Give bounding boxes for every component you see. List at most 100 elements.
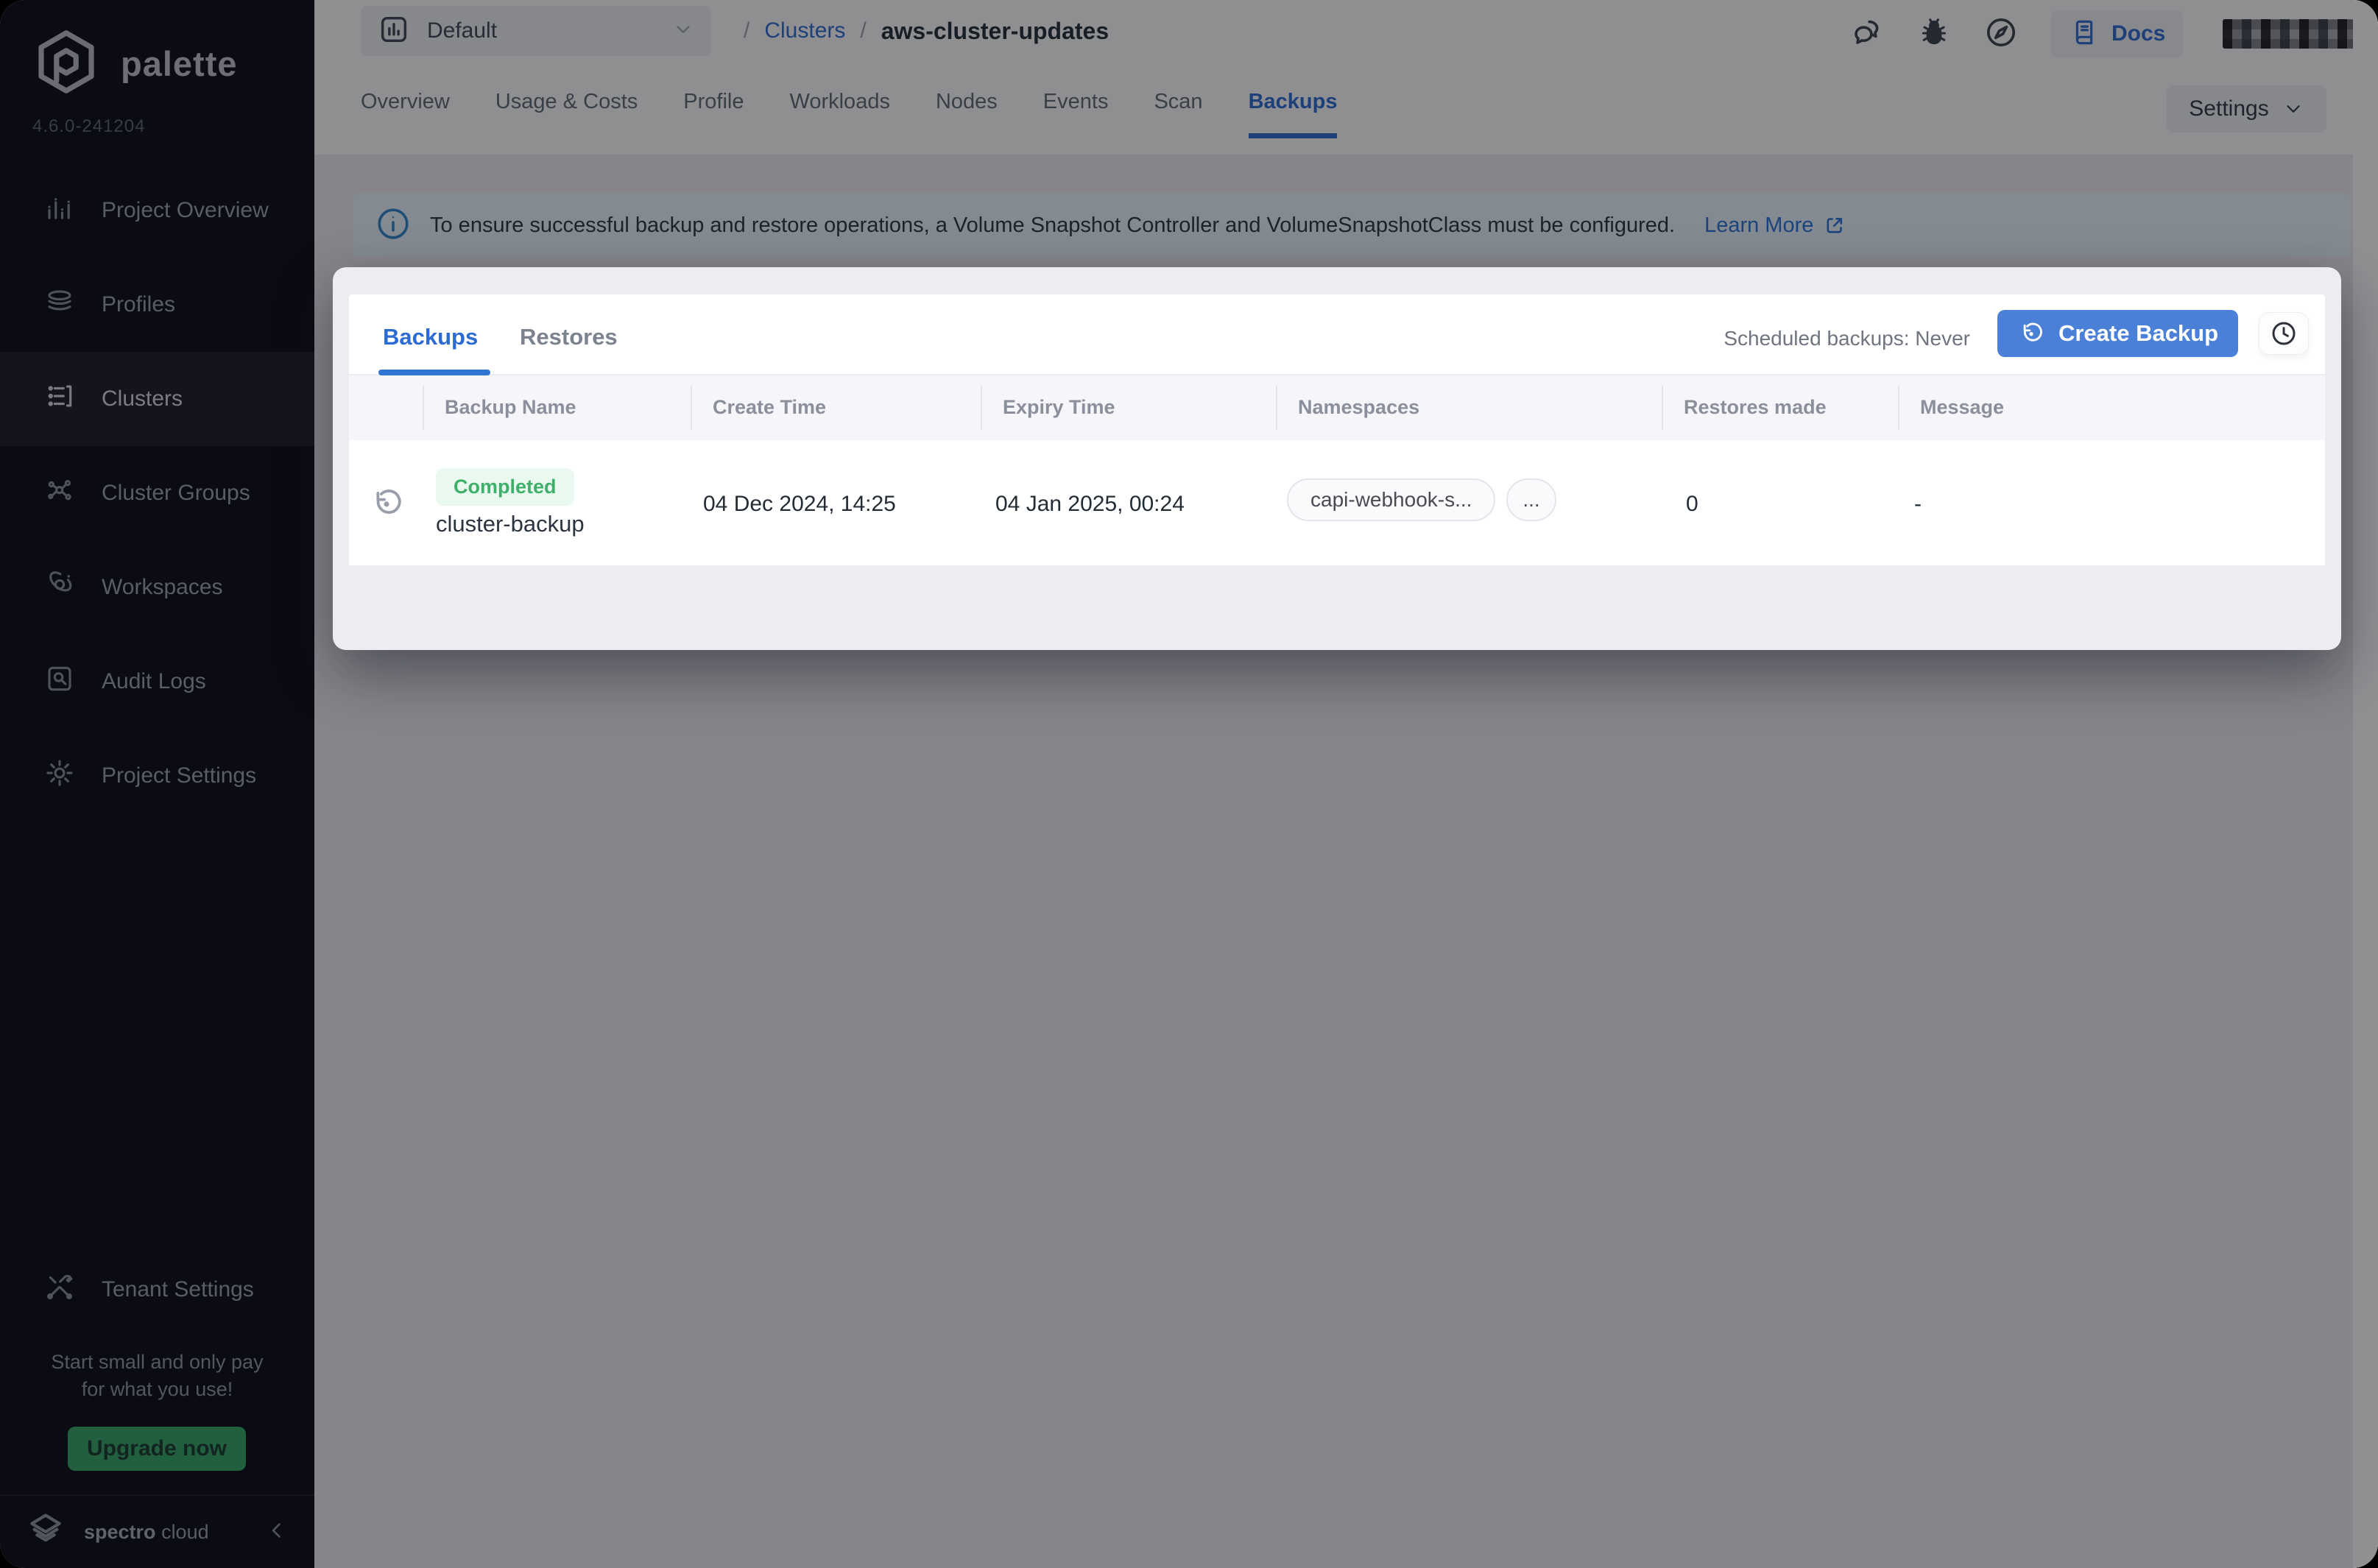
header-backup-name: Backup Name [445, 396, 576, 418]
sidebar-item-label: Cluster Groups [102, 481, 250, 505]
sidebar-item-project-overview[interactable]: Project Overview [0, 163, 314, 258]
info-banner: To ensure successful backup and restore … [353, 193, 2350, 258]
sidebar-item-workspaces[interactable]: Workspaces [0, 540, 314, 635]
column-divider [691, 386, 692, 430]
network-nodes-icon [44, 475, 75, 512]
book-icon [2069, 17, 2100, 52]
tab-nodes[interactable]: Nodes [936, 90, 998, 138]
scrollbar-track[interactable] [2353, 0, 2378, 1568]
docs-label: Docs [2111, 21, 2166, 46]
column-divider [423, 386, 424, 430]
column-divider [1276, 386, 1277, 430]
more-namespaces-chip[interactable]: ... [1506, 478, 1556, 521]
compass-icon[interactable] [1983, 15, 2019, 54]
backup-name: cluster-backup [436, 511, 585, 537]
server-icon [44, 381, 75, 417]
settings-button[interactable]: Settings [2167, 85, 2326, 133]
table-header-row: Backup Name Create Time Expiry Time Name… [349, 375, 2325, 440]
sidebar: palette 4.6.0-241204 Project Overview Pr… [0, 0, 314, 1568]
learn-more-link[interactable]: Learn More [1704, 213, 1847, 238]
tab-events[interactable]: Events [1043, 90, 1109, 138]
layers-icon [44, 286, 75, 323]
app-name: palette [121, 44, 238, 83]
backups-panel-header: Backups Restores Scheduled backups: Neve… [349, 294, 2325, 375]
info-icon [375, 206, 411, 245]
header-message: Message [1920, 396, 2005, 418]
settings-button-label: Settings [2189, 96, 2269, 121]
sidebar-item-label: Project Overview [102, 198, 269, 222]
tab-backups[interactable]: Backups [1248, 90, 1338, 138]
palette-logo: palette [31, 27, 238, 101]
sidebar-item-label: Profiles [102, 292, 176, 317]
active-tab-underline [378, 370, 490, 375]
app-window: palette 4.6.0-241204 Project Overview Pr… [0, 0, 2378, 1568]
upgrade-promo-text: Start small and only pay for what you us… [51, 1351, 264, 1400]
create-time-value: 04 Dec 2024, 14:25 [703, 492, 896, 516]
column-divider [1898, 386, 1899, 430]
project-selector[interactable]: Default [361, 6, 710, 56]
external-link-icon [1827, 217, 1843, 233]
header-expiry-time: Expiry Time [1003, 396, 1115, 418]
banner-text: To ensure successful backup and restore … [430, 213, 1676, 237]
sidebar-footer: spectro cloud [0, 1494, 314, 1568]
breadcrumb-separator: / [744, 18, 750, 43]
chat-icon[interactable] [1849, 15, 1885, 54]
breadcrumb: / Clusters / aws-cluster-updates [744, 6, 1109, 56]
bug-report-icon[interactable] [1917, 15, 1951, 53]
chevron-down-icon [672, 18, 694, 44]
expiry-time-value: 04 Jan 2025, 00:24 [995, 492, 1185, 516]
table-row[interactable]: Completed cluster-backup 04 Dec 2024, 14… [349, 440, 2325, 565]
sidebar-item-cluster-groups[interactable]: Cluster Groups [0, 446, 314, 540]
palette-logo-icon [31, 27, 102, 101]
sidebar-item-profiles[interactable]: Profiles [0, 258, 314, 352]
tab-usage-costs[interactable]: Usage & Costs [495, 90, 638, 138]
create-backup-label: Create Backup [2058, 320, 2219, 346]
scheduled-backups-label: Scheduled backups: Never [1723, 327, 1970, 350]
sidebar-item-clusters[interactable]: Clusters [0, 352, 314, 446]
column-divider [1662, 386, 1663, 430]
collapse-sidebar-icon[interactable] [264, 1518, 289, 1547]
tenant-settings-wrap: Tenant Settings [0, 1243, 314, 1337]
header-create-time: Create Time [713, 396, 827, 418]
sidebar-item-project-settings[interactable]: Project Settings [0, 729, 314, 823]
restore-icon [2023, 322, 2042, 342]
header-restores-made: Restores made [1684, 396, 1827, 418]
cluster-tabs: Overview Usage & Costs Profile Workloads… [361, 90, 1338, 138]
sidebar-item-label: Tenant Settings [102, 1277, 254, 1302]
create-backup-button[interactable]: Create Backup [1997, 310, 2238, 357]
learn-more-label: Learn More [1704, 213, 1814, 237]
tab-scan[interactable]: Scan [1154, 90, 1202, 138]
spectro-cloud-logo [25, 1510, 66, 1555]
sidebar-item-label: Project Settings [102, 763, 257, 788]
sidebar-nav: Project Overview Profiles Clusters Clust… [0, 163, 314, 823]
schedule-clock-button[interactable] [2259, 312, 2309, 355]
breadcrumb-current: aws-cluster-updates [881, 17, 1109, 44]
tab-profile[interactable]: Profile [683, 90, 744, 138]
project-chart-icon [377, 13, 411, 50]
sidebar-item-tenant-settings[interactable]: Tenant Settings [0, 1243, 314, 1337]
tab-backups-inner[interactable]: Backups [383, 324, 478, 350]
column-divider [981, 386, 982, 430]
project-selector-value: Default [427, 18, 498, 43]
upgrade-now-button[interactable]: Upgrade now [68, 1427, 246, 1471]
tab-restores-inner[interactable]: Restores [520, 324, 618, 350]
backup-history-icon [368, 485, 405, 526]
sidebar-item-audit-logs[interactable]: Audit Logs [0, 635, 314, 729]
breadcrumb-clusters-link[interactable]: Clusters [764, 18, 845, 43]
topbar-actions: Docs [1849, 10, 2378, 57]
docs-button[interactable]: Docs [2051, 10, 2184, 57]
gear-icon [44, 757, 75, 794]
tab-workloads[interactable]: Workloads [789, 90, 889, 138]
orbit-icon [44, 569, 75, 606]
top-bar: Default / Clusters / aws-cluster-updates [314, 0, 2378, 155]
sidebar-item-label: Workspaces [102, 575, 223, 599]
message-value: - [1914, 492, 1922, 516]
main-area: Default / Clusters / aws-cluster-updates [314, 0, 2378, 1568]
namespace-chip[interactable]: capi-webhook-s... [1287, 478, 1496, 521]
breadcrumb-separator: / [860, 18, 867, 43]
tab-overview[interactable]: Overview [361, 90, 450, 138]
version-label: 4.6.0-241204 [32, 116, 146, 136]
header-namespaces: Namespaces [1298, 396, 1420, 418]
bar-chart-icon [44, 192, 75, 229]
status-badge: Completed [436, 468, 574, 506]
